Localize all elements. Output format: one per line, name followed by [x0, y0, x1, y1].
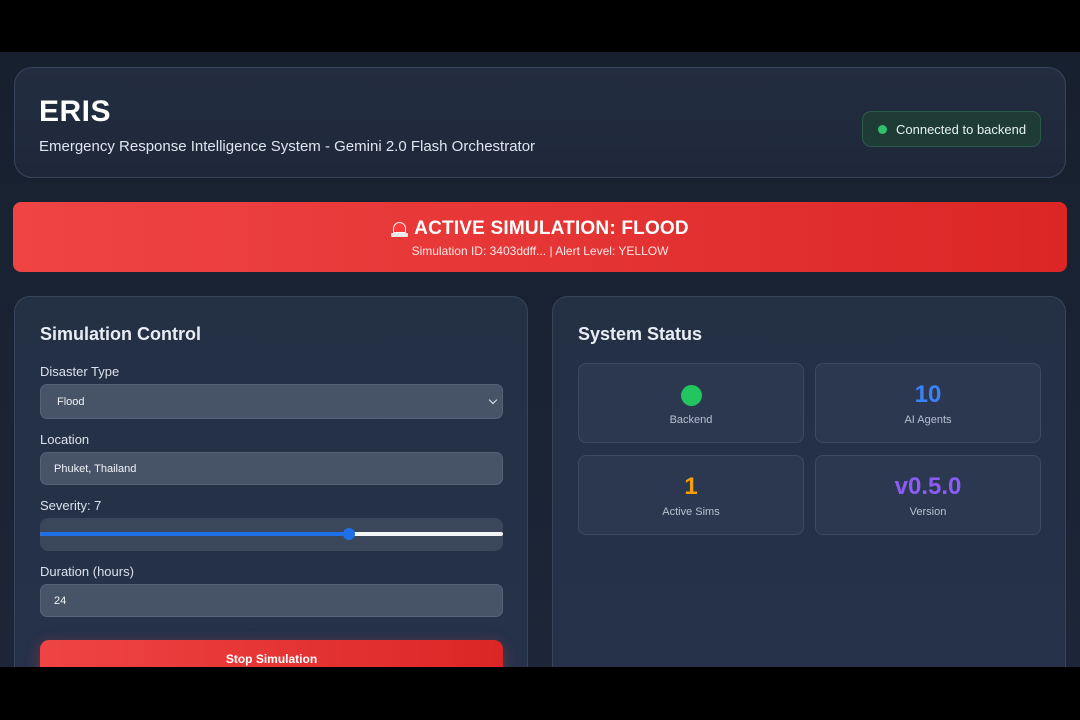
duration-input[interactable]: 24	[40, 584, 503, 617]
connection-status-badge: Connected to backend	[862, 111, 1041, 147]
duration-label: Duration (hours)	[40, 564, 134, 579]
ai-agents-card: 10 AI Agents	[815, 363, 1041, 443]
location-value: Phuket, Thailand	[54, 462, 137, 475]
severity-label: Severity: 7	[40, 498, 102, 513]
alert-title-row: ACTIVE SIMULATION: FLOOD	[13, 218, 1067, 240]
disaster-type-select[interactable]: Flood	[40, 384, 503, 419]
system-status-panel: System Status Backend 10 AI Agents 1 Act…	[552, 296, 1066, 667]
duration-value: 24	[54, 594, 67, 607]
backend-status-card: Backend	[578, 363, 804, 443]
chevron-down-icon	[488, 395, 498, 405]
stat-value: v0.5.0	[894, 473, 962, 500]
header-card: ERIS Emergency Response Intelligence Sys…	[14, 67, 1066, 178]
version-card: v0.5.0 Version	[815, 455, 1041, 535]
stat-label: Active Sims	[662, 506, 720, 518]
app-subtitle: Emergency Response Intelligence System -…	[39, 138, 536, 155]
disaster-type-value: Flood	[57, 395, 85, 408]
connection-dot-icon	[878, 124, 887, 134]
location-label: Location	[40, 432, 90, 447]
letterbox-bottom	[0, 667, 1080, 720]
status-dot-icon	[681, 385, 702, 406]
severity-slider[interactable]	[40, 518, 503, 551]
stat-label: AI Agents	[904, 414, 952, 426]
location-input[interactable]: Phuket, Thailand	[40, 452, 503, 485]
connection-status-text: Connected to backend	[896, 121, 1027, 137]
stop-simulation-button[interactable]: Stop Simulation	[40, 640, 503, 667]
app-window: ERIS Emergency Response Intelligence Sys…	[0, 52, 1080, 667]
system-status-title: System Status	[578, 324, 703, 344]
stat-label: Version	[909, 506, 947, 518]
active-sims-card: 1 Active Sims	[578, 455, 804, 535]
alert-details: Simulation ID: 3403ddff... | Alert Level…	[411, 244, 669, 258]
disaster-type-label: Disaster Type	[40, 364, 120, 379]
stat-value: 10	[914, 381, 942, 408]
stat-value: 1	[684, 473, 698, 500]
active-simulation-banner: ACTIVE SIMULATION: FLOOD Simulation ID: …	[13, 202, 1067, 272]
stat-label: Backend	[669, 414, 713, 426]
severity-slider-thumb[interactable]	[342, 528, 355, 540]
siren-icon	[391, 220, 409, 238]
letterbox-top	[0, 0, 1080, 52]
app-title: ERIS	[39, 95, 112, 128]
severity-slider-fill	[40, 532, 349, 536]
alert-title: ACTIVE SIMULATION: FLOOD	[414, 218, 689, 239]
simulation-control-title: Simulation Control	[40, 324, 201, 344]
simulation-control-panel: Simulation Control Disaster Type Flood L…	[14, 296, 528, 667]
